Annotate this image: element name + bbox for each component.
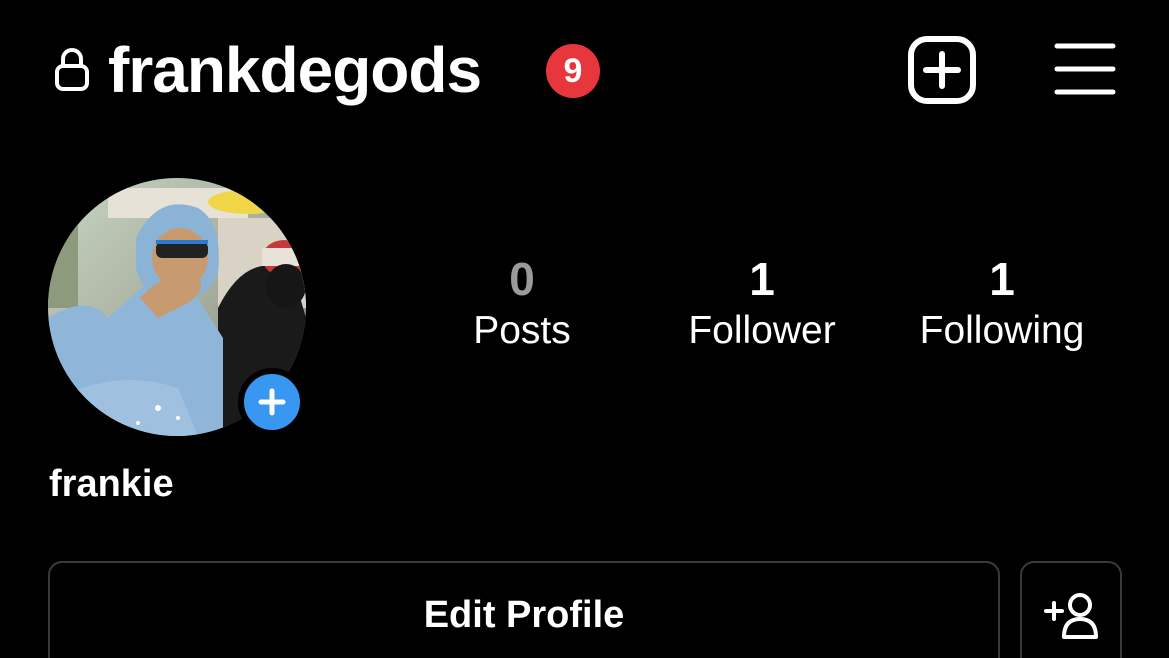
create-button[interactable] <box>908 36 976 104</box>
menu-button[interactable] <box>1054 42 1116 96</box>
profile-display-name: frankie <box>49 463 174 505</box>
account-username[interactable]: frankdegods <box>108 30 482 110</box>
notification-badge[interactable]: 9 <box>546 44 600 98</box>
edit-profile-button[interactable]: Edit Profile <box>48 561 1000 658</box>
stat-posts[interactable]: 0 Posts <box>412 252 632 356</box>
stat-followers[interactable]: 1 Follower <box>652 252 872 356</box>
stat-following[interactable]: 1 Following <box>892 252 1112 356</box>
add-person-icon <box>1044 593 1098 639</box>
lock-icon <box>55 48 89 91</box>
discover-people-button[interactable] <box>1020 561 1122 658</box>
edit-profile-label: Edit Profile <box>423 594 625 636</box>
plus-icon <box>258 388 286 416</box>
profile-screen: frankdegods 9 0 Posts 1 Follower 1 Follo… <box>0 0 1169 658</box>
plus-square-icon <box>908 36 976 104</box>
profile-avatar-container <box>48 178 306 436</box>
hamburger-menu-icon <box>1054 43 1116 95</box>
following-label: Following <box>919 309 1085 352</box>
following-count: 1 <box>989 253 1015 305</box>
posts-label: Posts <box>473 309 571 352</box>
followers-label: Follower <box>688 309 836 352</box>
followers-count: 1 <box>749 253 775 305</box>
add-story-button[interactable] <box>238 368 306 436</box>
profile-header: frankdegods 9 <box>0 0 1169 140</box>
posts-count: 0 <box>509 253 535 305</box>
